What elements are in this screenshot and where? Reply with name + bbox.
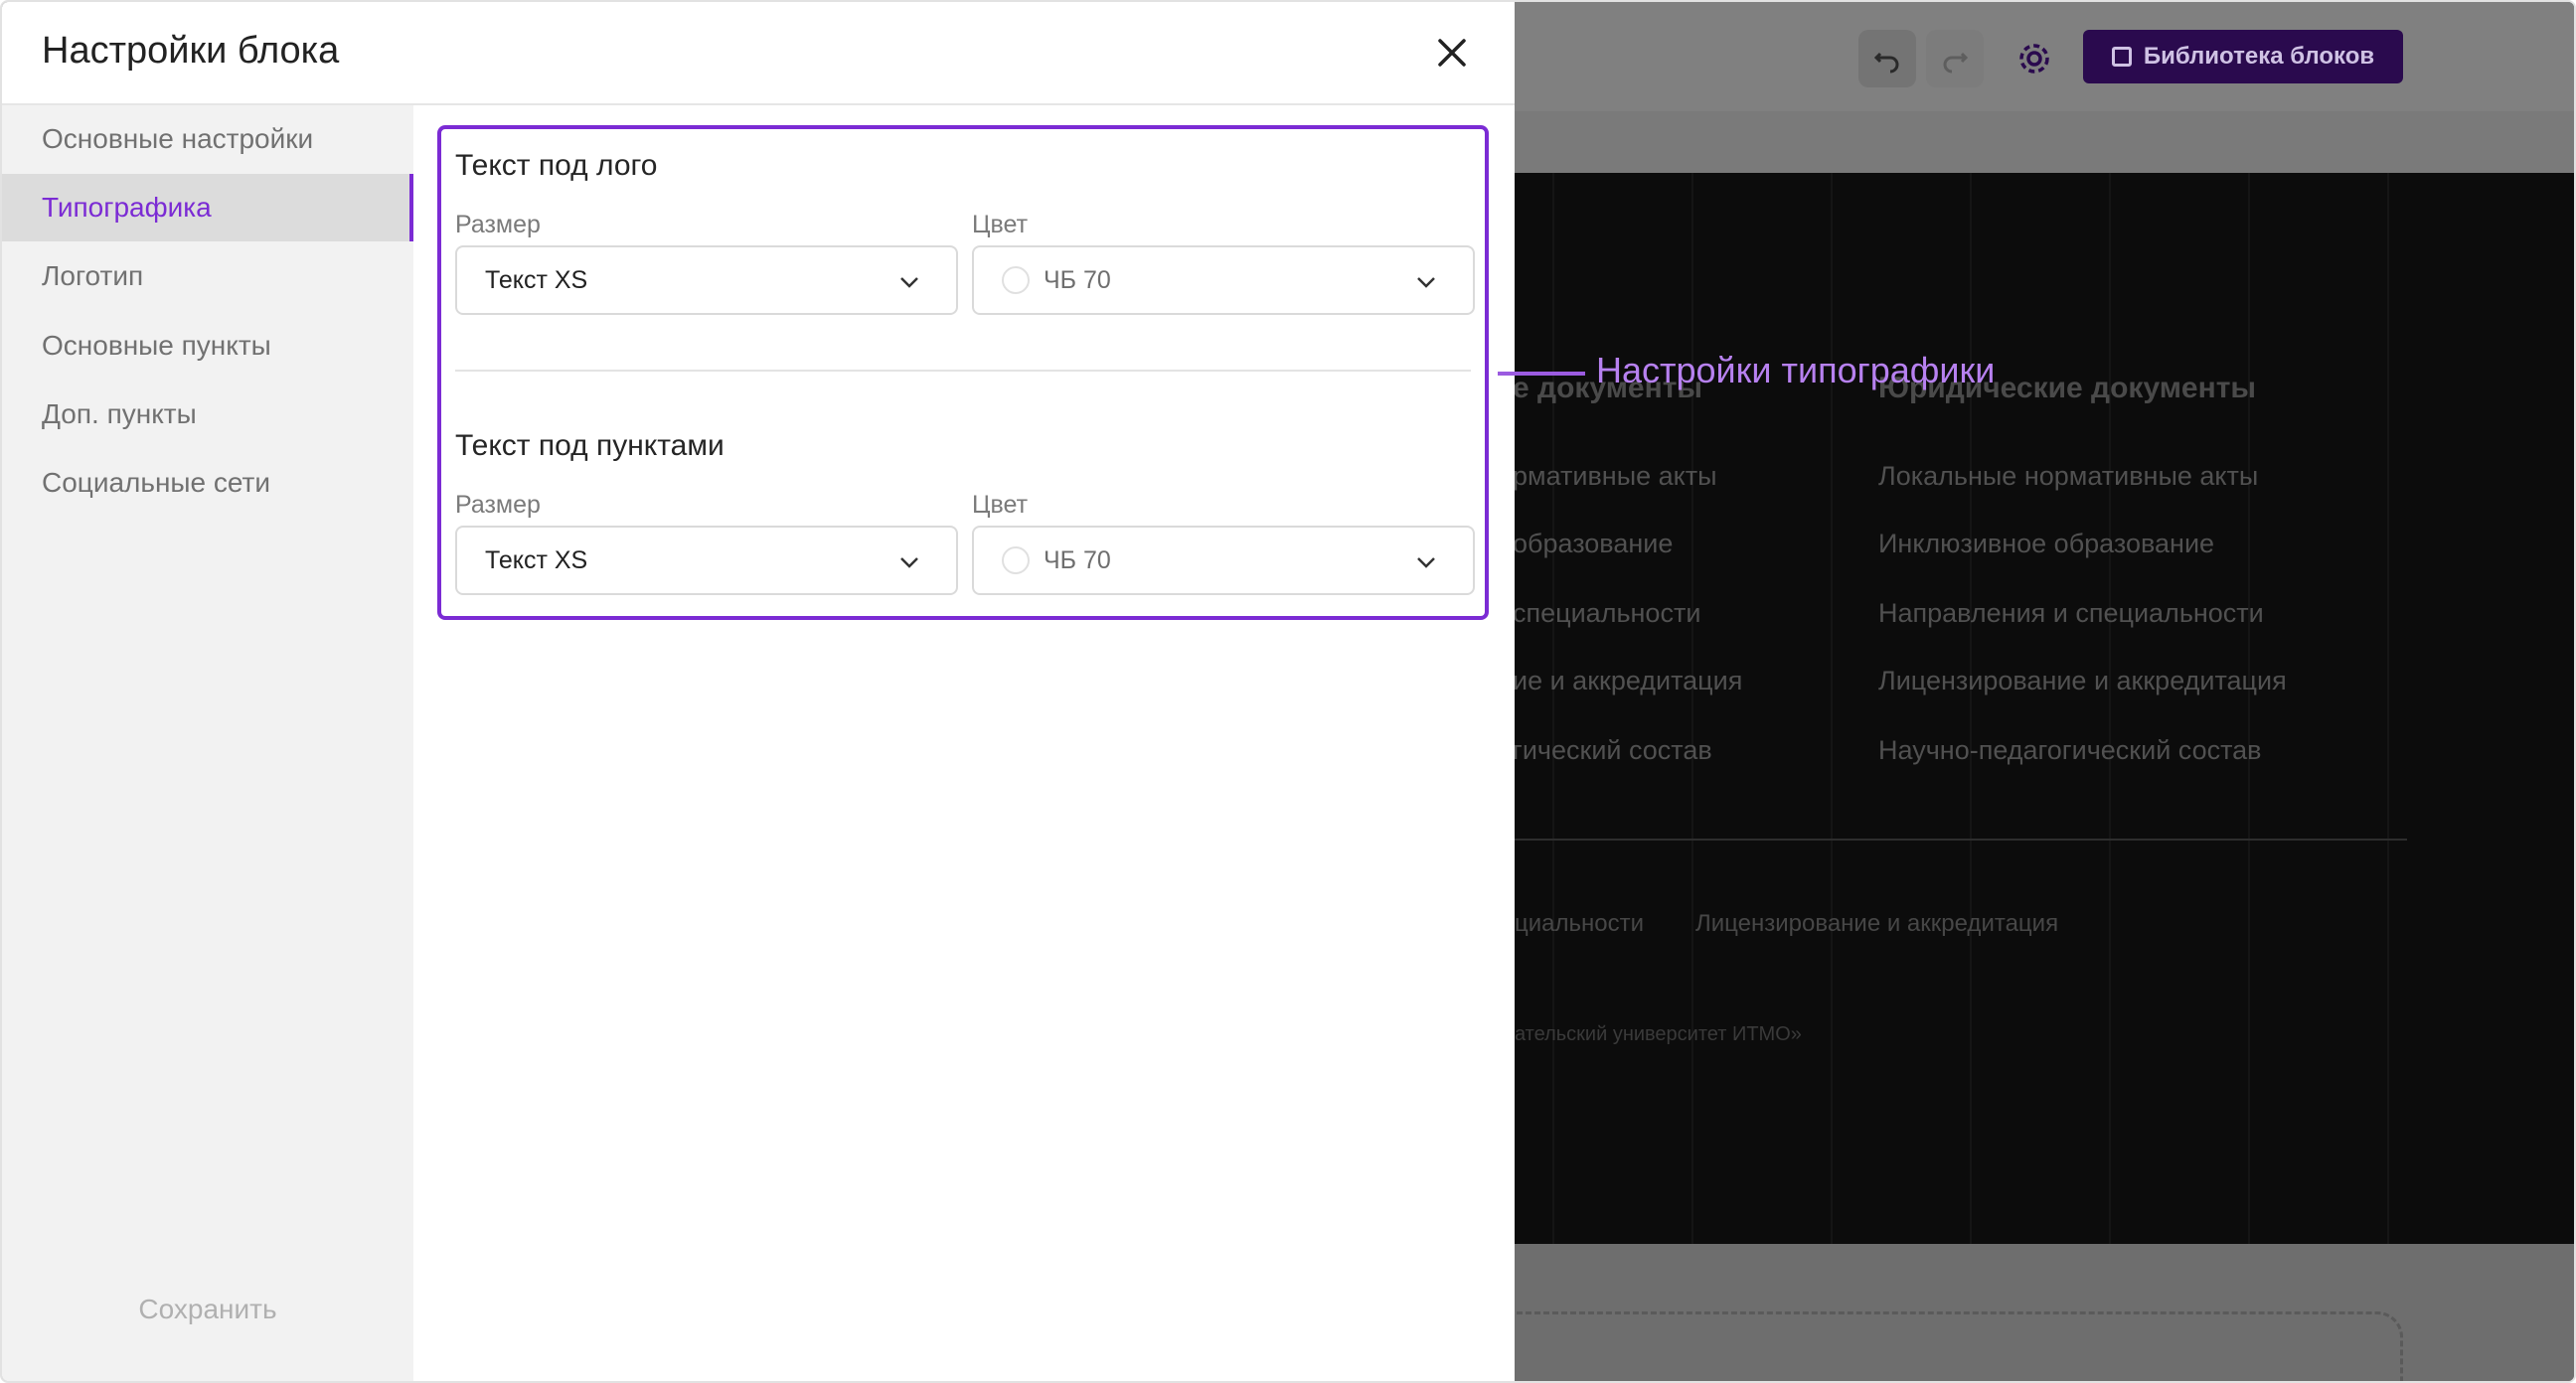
section-title: Текст под лого <box>455 149 658 182</box>
add-block-dropzone[interactable] <box>1473 1311 2403 1381</box>
footer-link: Направления и специальности <box>1878 598 2264 628</box>
sidebar-item-basic-settings[interactable]: Основные настройки <box>2 105 413 173</box>
annotation-line <box>1498 372 1585 376</box>
sidebar-item-logo[interactable]: Логотип <box>2 242 413 310</box>
annotation-label: Настройки типографики <box>1596 350 1996 390</box>
app-frame: Библиотека блоков е документы рмативные … <box>0 0 2576 1383</box>
save-button[interactable]: Сохранить <box>2 1294 413 1325</box>
size-select-value: Текст XS <box>485 265 588 294</box>
section-divider <box>455 370 1471 372</box>
footer-bottom-link: Лицензирование и аккредитация <box>1695 910 2059 937</box>
library-button[interactable]: Библиотека блоков <box>2083 30 2403 83</box>
sidebar-item-main-items[interactable]: Основные пункты <box>2 312 413 380</box>
footer-link: ие и аккредитация <box>1513 666 1743 695</box>
footer-copyright: ательский университет ИТМО» <box>1515 1023 1802 1045</box>
block-settings-modal: Настройки блока Основные настройки Типог… <box>2 2 1515 1381</box>
sidebar-item-social[interactable]: Социальные сети <box>2 449 413 517</box>
redo-icon[interactable] <box>1926 30 1984 87</box>
size-select-value: Текст XS <box>485 545 588 574</box>
size-label: Размер <box>455 211 541 238</box>
undo-icon[interactable] <box>1858 30 1916 87</box>
color-swatch-icon <box>1002 266 1030 294</box>
sidebar-item-extra-items[interactable]: Доп. пункты <box>2 381 413 448</box>
library-button-label: Библиотека блоков <box>2143 43 2375 70</box>
modal-title: Настройки блока <box>42 30 340 72</box>
footer-link: Локальные нормативные акты <box>1878 461 2259 491</box>
close-icon[interactable] <box>1431 32 1473 74</box>
sidebar-item-typography[interactable]: Типографика <box>2 174 413 241</box>
color-select-value: ЧБ 70 <box>1044 545 1111 574</box>
footer-link: рмативные акты <box>1513 461 1717 491</box>
color-label: Цвет <box>972 491 1029 519</box>
footer-link: Лицензирование и аккредитация <box>1878 666 2287 695</box>
color-select-value: ЧБ 70 <box>1044 265 1111 294</box>
gear-icon[interactable] <box>2006 30 2063 87</box>
chevron-down-icon <box>900 557 918 568</box>
footer-link: специальности <box>1513 598 1701 628</box>
footer-link: гический состав <box>1513 735 1712 765</box>
size-label: Размер <box>455 491 541 519</box>
color-label: Цвет <box>972 211 1029 238</box>
section-title: Текст под пунктами <box>455 429 724 462</box>
settings-sidebar: Основные настройки Типографика Логотип О… <box>2 105 413 1381</box>
footer-bottom-link: циальности <box>1515 910 1645 937</box>
footer-link: Научно-педагогический состав <box>1878 735 2262 765</box>
modal-header: Настройки блока <box>2 2 1515 105</box>
footer-divider <box>1483 839 2407 841</box>
color-select[interactable]: ЧБ 70 <box>972 245 1475 315</box>
chevron-down-icon <box>1417 277 1435 288</box>
library-icon <box>2111 47 2132 67</box>
color-swatch-icon <box>1002 546 1030 574</box>
size-select[interactable]: Текст XS <box>455 526 958 595</box>
color-select[interactable]: ЧБ 70 <box>972 526 1475 595</box>
footer-link: образование <box>1513 529 1674 558</box>
chevron-down-icon <box>900 277 918 288</box>
size-select[interactable]: Текст XS <box>455 245 958 315</box>
chevron-down-icon <box>1417 557 1435 568</box>
footer-link: Инклюзивное образование <box>1878 529 2215 558</box>
